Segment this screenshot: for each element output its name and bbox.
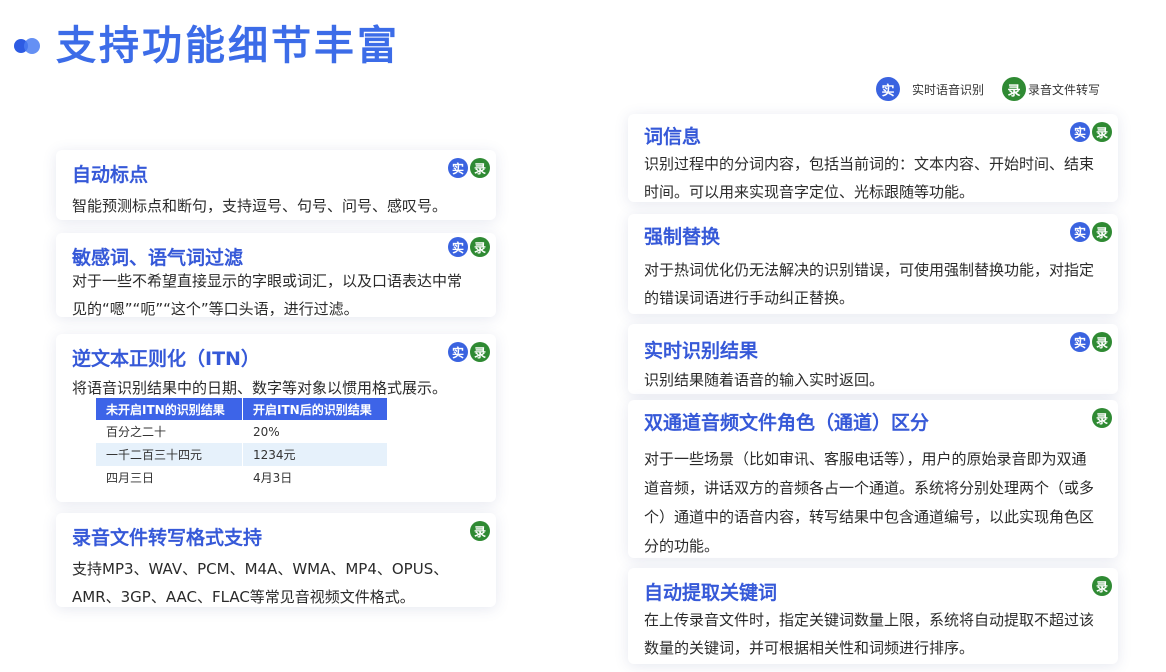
recording-badge-icon: 录	[1092, 122, 1112, 142]
recording-badge-icon: 录	[1092, 332, 1112, 352]
feature-card-sensitive-word-filter: 实 录 敏感词、语气词过滤 对于一些不希望直接显示的字眼或词汇，以及口语表达中常…	[56, 233, 496, 318]
card-title: 实时识别结果	[644, 340, 759, 362]
realtime-badge-icon: 实	[448, 342, 468, 362]
legend-recording: 录 录音文件转写	[1002, 77, 1100, 101]
card-title: 录音文件转写格式支持	[72, 527, 263, 549]
realtime-badge-icon: 实	[1070, 222, 1090, 242]
page-title: 支持功能细节丰富	[56, 23, 400, 69]
feature-card-itn: 实 录 逆文本正则化（ITN） 将语音识别结果中的日期、数字等对象以惯用格式展示…	[56, 334, 496, 502]
table-header-cell: 开启ITN后的识别结果	[242, 398, 388, 420]
feature-card-realtime-result: 实 录 实时识别结果 识别结果随着语音的输入实时返回。	[628, 324, 1118, 394]
feature-card-dual-channel: 录 双通道音频文件角色（通道）区分 对于一些场景（比如审讯、客服电话等），用户的…	[628, 400, 1118, 558]
badge-group: 实 录	[448, 237, 490, 257]
table-cell: 1234元	[242, 443, 388, 466]
table-row: 一千二百三十四元 1234元	[96, 443, 388, 466]
card-description: 智能预测标点和断句，支持逗号、句号、问号、感叹号。	[72, 197, 448, 215]
badge-group: 实 录	[1070, 332, 1112, 352]
recording-badge-icon: 录	[470, 158, 490, 178]
badge-group: 实 录	[448, 342, 490, 362]
card-description: 识别过程中的分词内容，包括当前词的：文本内容、开始时间、结束时间。可以用来实现音…	[644, 155, 1095, 201]
table-header-row: 未开启ITN的识别结果 开启ITN后的识别结果	[96, 398, 388, 420]
feature-card-format-support: 录 录音文件转写格式支持 支持MP3、WAV、PCM、M4A、WMA、MP4、O…	[56, 513, 496, 607]
recording-badge-icon: 录	[1092, 408, 1112, 428]
legend-realtime-label: 实时语音识别	[912, 82, 985, 97]
card-title: 逆文本正则化（ITN）	[72, 348, 260, 370]
realtime-badge-icon: 实	[876, 77, 900, 101]
card-title: 双通道音频文件角色（通道）区分	[644, 412, 930, 434]
table-cell: 百分之二十	[96, 420, 243, 443]
badge-group: 实 录	[1070, 222, 1112, 242]
realtime-badge-icon: 实	[1070, 122, 1090, 142]
card-title: 自动标点	[72, 164, 149, 186]
badge-group: 实 录	[1070, 122, 1112, 142]
table-cell: 四月三日	[96, 466, 243, 489]
table-cell: 一千二百三十四元	[96, 443, 243, 466]
legend-recording-label: 录音文件转写	[1028, 82, 1101, 97]
badge-group: 录	[1092, 576, 1112, 596]
title-bullet-icon	[14, 36, 44, 56]
card-description: 对于热词优化仍无法解决的识别错误，可使用强制替换功能，对指定的错误词语进行手动纠…	[644, 261, 1095, 307]
table-cell: 20%	[242, 420, 388, 443]
feature-card-forced-replacement: 实 录 强制替换 对于热词优化仍无法解决的识别错误，可使用强制替换功能，对指定的…	[628, 214, 1118, 314]
card-title: 词信息	[644, 126, 702, 148]
table-header-cell: 未开启ITN的识别结果	[96, 398, 243, 420]
card-title: 强制替换	[644, 226, 721, 248]
recording-badge-icon: 录	[470, 521, 490, 541]
badge-group: 实 录	[448, 158, 490, 178]
card-title: 自动提取关键词	[644, 582, 778, 604]
itn-example-table: 未开启ITN的识别结果 开启ITN后的识别结果 百分之二十 20% 一千二百三十…	[96, 398, 388, 489]
feature-card-auto-punctuation: 实 录 自动标点 智能预测标点和断句，支持逗号、句号、问号、感叹号。	[56, 150, 496, 220]
feature-card-keyword-extraction: 录 自动提取关键词 在上传录音文件时，指定关键词数量上限，系统将自动提取不超过该…	[628, 568, 1118, 664]
badge-group: 录	[1092, 408, 1112, 428]
card-description: 对于一些不希望直接显示的字眼或词汇，以及口语表达中常见的“嗯”“呃”“这个”等口…	[72, 272, 463, 318]
legend-realtime: 实 实时语音识别	[876, 77, 984, 101]
card-description: 支持MP3、WAV、PCM、M4A、WMA、MP4、OPUS、AMR、3GP、A…	[72, 560, 449, 606]
table-cell: 4月3日	[242, 466, 388, 489]
card-title: 敏感词、语气词过滤	[72, 247, 244, 269]
recording-badge-icon: 录	[1002, 77, 1027, 101]
realtime-badge-icon: 实	[1070, 332, 1090, 352]
realtime-badge-icon: 实	[448, 158, 468, 178]
recording-badge-icon: 录	[470, 342, 490, 362]
card-description: 在上传录音文件时，指定关键词数量上限，系统将自动提取不超过该数量的关键词，并可根…	[644, 611, 1095, 657]
card-description: 识别结果随着语音的输入实时返回。	[644, 371, 885, 389]
recording-badge-icon: 录	[1092, 576, 1112, 596]
legend: 实 实时语音识别 录 录音文件转写	[876, 77, 1100, 101]
recording-badge-icon: 录	[1092, 222, 1112, 242]
table-row: 百分之二十 20%	[96, 420, 388, 443]
feature-card-word-info: 实 录 词信息 识别过程中的分词内容，包括当前词的：文本内容、开始时间、结束时间…	[628, 114, 1118, 202]
table-row: 四月三日 4月3日	[96, 466, 388, 489]
badge-group: 录	[470, 521, 490, 541]
card-description: 对于一些场景（比如审讯、客服电话等），用户的原始录音即为双通道音频，讲话双方的音…	[644, 450, 1095, 555]
realtime-badge-icon: 实	[448, 237, 468, 257]
recording-badge-icon: 录	[470, 237, 490, 257]
